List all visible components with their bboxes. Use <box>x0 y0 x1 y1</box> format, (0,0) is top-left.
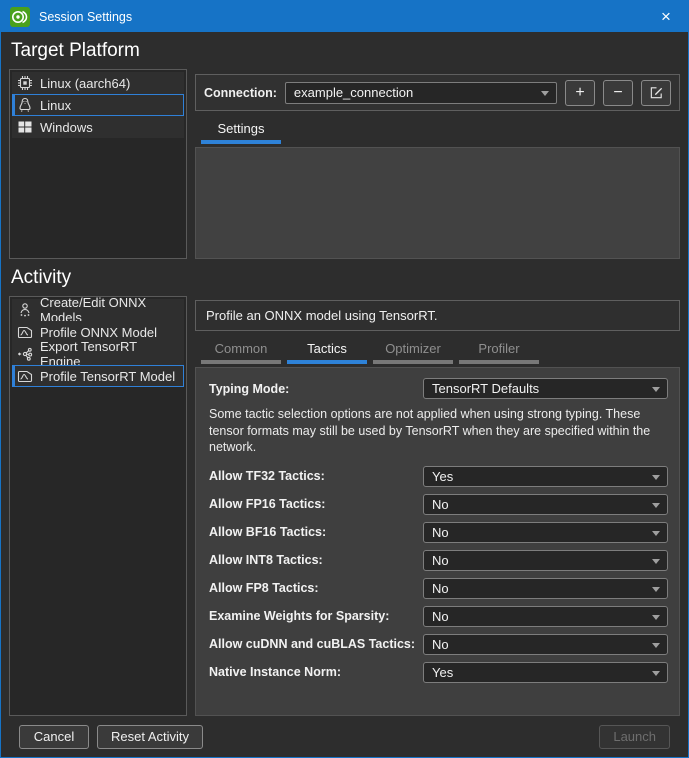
target-platform-section: Linux (aarch64) Linux Windows Connection… <box>9 69 680 259</box>
platform-item-label: Linux (aarch64) <box>40 75 131 91</box>
fp8-dropdown[interactable]: No <box>423 577 668 599</box>
tactics-form-panel: Typing Mode: TensorRT Defaults Some tact… <box>195 367 680 716</box>
typing-mode-label: Typing Mode: <box>209 381 290 396</box>
launch-button[interactable]: Launch <box>599 724 670 749</box>
plus-icon: + <box>575 83 585 101</box>
connection-area: Connection: example_connection + − Setti… <box>195 69 680 259</box>
form-row-fp8: Allow FP8 Tactics: No <box>209 577 668 599</box>
cancel-button[interactable]: Cancel <box>19 724 89 749</box>
connection-dropdown-value: example_connection <box>293 85 414 100</box>
target-platform-heading: Target Platform <box>11 40 140 61</box>
platform-item-label: Linux <box>40 97 72 113</box>
edit-pencil-icon <box>649 85 664 100</box>
profile-chart-icon <box>17 368 33 384</box>
cpu-icon <box>17 75 33 91</box>
windows-logo-icon <box>17 119 33 135</box>
app-logo-icon <box>10 6 30 27</box>
add-connection-button[interactable]: + <box>565 79 595 106</box>
tab-tactics[interactable]: Tactics <box>287 336 367 364</box>
form-row-sparsity: Examine Weights for Sparsity: No <box>209 605 668 627</box>
footer-button-bar: Cancel Reset Activity Launch <box>9 716 680 757</box>
activity-section: Create/Edit ONNX Models Profile ONNX Mod… <box>9 295 680 716</box>
reset-activity-button[interactable]: Reset Activity <box>97 724 204 749</box>
profile-chart-icon <box>17 324 33 340</box>
linux-penguin-icon <box>17 97 33 113</box>
form-row-typing-mode: Typing Mode: TensorRT Defaults <box>209 378 668 399</box>
minus-icon: − <box>613 83 623 101</box>
form-row-cudnn-cublas: Allow cuDNN and cuBLAS Tactics: No <box>209 633 668 655</box>
activity-description: Profile an ONNX model using TensorRT. <box>206 308 438 323</box>
titlebar: Session Settings × <box>1 1 688 32</box>
activity-tab-strip: Common Tactics Optimizer Profiler <box>195 336 680 364</box>
activity-item-label: Profile ONNX Model <box>40 324 158 340</box>
connection-label: Connection: <box>204 85 277 100</box>
instance-norm-dropdown[interactable]: Yes <box>423 661 668 683</box>
activity-item-profile-tensorrt[interactable]: Profile TensorRT Model <box>12 365 184 387</box>
form-row-fp16: Allow FP16 Tactics: No <box>209 493 668 515</box>
dialog-content: Target Platform Linux (aarch64) Linux Wi… <box>1 32 688 757</box>
connection-dropdown[interactable]: example_connection <box>284 81 557 104</box>
sparsity-dropdown[interactable]: No <box>423 605 668 627</box>
int8-dropdown[interactable]: No <box>423 549 668 571</box>
settings-panel-empty <box>195 147 680 259</box>
activity-item-create-edit-onnx[interactable]: Create/Edit ONNX Models <box>12 295 184 325</box>
activity-heading: Activity <box>11 267 72 288</box>
activity-detail-area: Profile an ONNX model using TensorRT. Co… <box>195 296 680 716</box>
form-row-instance-norm: Native Instance Norm: Yes <box>209 661 668 683</box>
activity-item-export-tensorrt[interactable]: Export TensorRT Engine <box>12 339 184 369</box>
platform-item-label: Windows <box>40 119 93 135</box>
session-settings-dialog: Session Settings × Target Platform Linux… <box>0 0 689 758</box>
form-row-tf32: Allow TF32 Tactics: Yes <box>209 465 668 487</box>
window-title: Session Settings <box>39 9 133 24</box>
form-row-bf16: Allow BF16 Tactics: No <box>209 521 668 543</box>
close-icon[interactable]: × <box>653 4 679 30</box>
fp16-dropdown[interactable]: No <box>423 493 668 515</box>
edit-connection-button[interactable] <box>641 79 671 106</box>
connection-box: Connection: example_connection + − <box>195 74 680 111</box>
activity-item-label: Profile TensorRT Model <box>40 368 176 384</box>
activity-description-box: Profile an ONNX model using TensorRT. <box>195 300 680 331</box>
person-network-icon <box>17 302 33 318</box>
tf32-dropdown[interactable]: Yes <box>423 465 668 487</box>
connection-tab-strip: Settings <box>195 116 680 144</box>
tab-settings[interactable]: Settings <box>201 116 281 144</box>
form-row-int8: Allow INT8 Tactics: No <box>209 549 668 571</box>
export-graph-icon <box>17 346 33 362</box>
tab-profiler[interactable]: Profiler <box>459 336 539 364</box>
platform-item-windows[interactable]: Windows <box>12 116 184 138</box>
tab-optimizer[interactable]: Optimizer <box>373 336 453 364</box>
bf16-dropdown[interactable]: No <box>423 521 668 543</box>
activity-list: Create/Edit ONNX Models Profile ONNX Mod… <box>9 295 187 716</box>
strong-typing-note: Some tactic selection options are not ap… <box>209 407 651 454</box>
cudnn-cublas-dropdown[interactable]: No <box>423 633 668 655</box>
platform-item-linux-aarch64[interactable]: Linux (aarch64) <box>12 72 184 94</box>
remove-connection-button[interactable]: − <box>603 79 633 106</box>
platform-item-linux[interactable]: Linux <box>12 94 184 116</box>
typing-mode-dropdown[interactable]: TensorRT Defaults <box>423 378 668 399</box>
tab-common[interactable]: Common <box>201 336 281 364</box>
platform-list: Linux (aarch64) Linux Windows <box>9 69 187 259</box>
